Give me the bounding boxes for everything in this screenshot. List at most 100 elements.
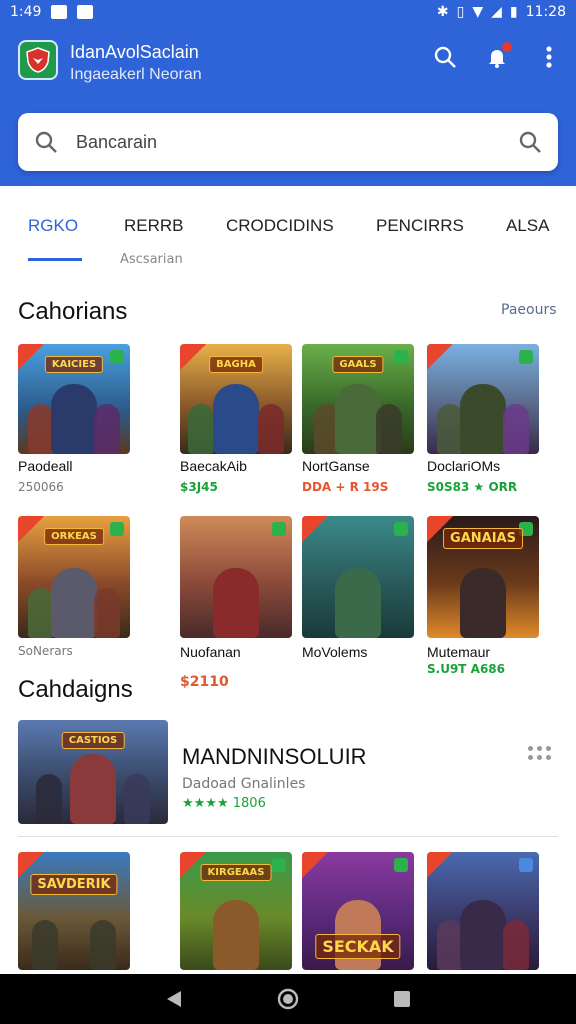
- game-banner: KAICIES: [44, 356, 104, 373]
- game-card[interactable]: MoVolems: [302, 516, 414, 660]
- notification-icon[interactable]: [484, 42, 512, 70]
- game-card[interactable]: SECKAK: [302, 852, 414, 970]
- game-card[interactable]: SAVDERIK: [18, 852, 130, 970]
- tab-5[interactable]: ALSA: [506, 216, 549, 236]
- game-meta: SoNerars: [18, 644, 73, 658]
- game-banner: BAGHA: [209, 356, 263, 373]
- featured-thumbnail: CASTIOS: [18, 720, 168, 824]
- game-thumbnail: [427, 852, 539, 970]
- game-thumbnail: ORKEAS: [18, 516, 130, 638]
- game-title: DoclariOMs: [427, 458, 501, 474]
- game-card[interactable]: GANAIAS Mutemaur S.U9T A686: [427, 516, 539, 676]
- status-clock: 11:28: [525, 4, 566, 20]
- game-thumbnail: KIRGEAAS: [180, 852, 292, 970]
- verified-badge-icon: [519, 350, 533, 364]
- search-input[interactable]: [76, 131, 518, 153]
- game-card[interactable]: KAICIES Paodeall 250066: [18, 344, 130, 494]
- app-title: IdanAvolSaclain: [70, 42, 199, 62]
- game-card[interactable]: BAGHA BaecakAib $3J45: [180, 344, 292, 494]
- game-thumbnail: BAGHA: [180, 344, 292, 454]
- recents-icon[interactable]: [390, 987, 414, 1011]
- more-vert-icon[interactable]: [536, 44, 562, 70]
- app-bar: IdanAvolSaclain Ingaeakerl Neoran: [0, 24, 576, 186]
- wifi-icon: ▼: [472, 4, 484, 20]
- game-title: MoVolems: [302, 644, 368, 660]
- back-icon[interactable]: [162, 987, 186, 1011]
- verified-badge-icon: [394, 522, 408, 536]
- game-card[interactable]: Nuofanan $2110: [180, 516, 292, 690]
- vibrate-icon: ▯: [456, 4, 465, 20]
- app-logo[interactable]: [18, 40, 58, 80]
- game-price: S.U9T A686: [427, 662, 505, 676]
- tab-1[interactable]: RGKO: [28, 216, 78, 236]
- game-thumbnail: [427, 344, 539, 454]
- game-title: NortGanse: [302, 458, 370, 474]
- game-banner: SECKAK: [315, 934, 401, 959]
- verified-badge-icon: [272, 858, 286, 872]
- game-banner: CASTIOS: [61, 732, 125, 749]
- game-price: S0S83 ★ ORR: [427, 480, 518, 494]
- verified-badge-icon: [394, 350, 408, 364]
- game-card[interactable]: [427, 852, 539, 970]
- sale-ribbon-icon: [302, 852, 328, 878]
- featured-game[interactable]: CASTIOS MANDNINSOLUIR Dadoad Gnalinles ★…: [18, 720, 558, 824]
- game-card[interactable]: DoclariOMs S0S83 ★ ORR: [427, 344, 539, 494]
- game-title: Nuofanan: [180, 644, 241, 660]
- status-time: 1:49: [10, 4, 42, 20]
- game-thumbnail: [180, 516, 292, 638]
- featured-title: MANDNINSOLUIR: [182, 744, 367, 769]
- category-tabs: RGKO RERRB CRODCIDINS PENCIRRS ALSA Ascs…: [0, 186, 576, 270]
- search-submit-icon[interactable]: [518, 130, 542, 154]
- game-thumbnail: KAICIES: [18, 344, 130, 454]
- section-title: Cahdaigns: [18, 676, 133, 703]
- game-title: Paodeall: [18, 458, 73, 474]
- app-subtitle: Ingaeakerl Neoran: [70, 66, 202, 83]
- status-bar: 1:49 ✱ ▯ ▼ ◢ ▮ 11:28: [0, 0, 576, 24]
- tab-2[interactable]: RERRB: [124, 216, 184, 236]
- search-bar[interactable]: [18, 113, 558, 171]
- verified-badge-icon: [110, 522, 124, 536]
- search-icon[interactable]: [432, 44, 458, 70]
- tab-3[interactable]: CRODCIDINS: [226, 216, 334, 236]
- game-thumbnail: SAVDERIK: [18, 852, 130, 970]
- verified-badge-icon: [272, 522, 286, 536]
- bluetooth-icon: ✱: [436, 4, 449, 20]
- signal-icon: ◢: [491, 4, 502, 20]
- tab-4[interactable]: PENCIRRS: [376, 216, 464, 236]
- shield-icon: [26, 47, 50, 73]
- verified-badge-icon: [394, 858, 408, 872]
- game-card[interactable]: ORKEAS SoNerars: [18, 516, 130, 658]
- game-thumbnail: GANAIAS: [427, 516, 539, 638]
- system-nav-bar: [0, 974, 576, 1024]
- home-icon[interactable]: [276, 987, 300, 1011]
- game-price: DDA + R 19S: [302, 480, 389, 494]
- divider: [18, 836, 558, 837]
- tab-sub-label: Ascsarian: [120, 252, 183, 267]
- game-card[interactable]: KIRGEAAS: [180, 852, 292, 970]
- game-banner: ORKEAS: [44, 528, 104, 545]
- game-thumbnail: GAALS: [302, 344, 414, 454]
- game-banner: GANAIAS: [443, 528, 523, 549]
- sale-ribbon-icon: [18, 344, 44, 370]
- app-notification-icon: [51, 5, 68, 19]
- game-thumbnail: [302, 516, 414, 638]
- game-price: $3J45: [180, 480, 218, 494]
- section-more-link[interactable]: Paeours: [501, 302, 557, 318]
- sale-ribbon-icon: [180, 344, 206, 370]
- game-title: Mutemaur: [427, 644, 491, 660]
- sale-ribbon-icon: [427, 344, 453, 370]
- verified-badge-icon: [519, 858, 533, 872]
- battery-icon: ▮: [509, 4, 518, 20]
- featured-subtitle: Dadoad Gnalinles: [182, 776, 306, 792]
- search-icon: [35, 131, 57, 153]
- verified-badge-icon: [110, 350, 124, 364]
- game-card[interactable]: GAALS NortGanse DDA + R 19S: [302, 344, 414, 494]
- section-title: Cahorians: [18, 298, 128, 325]
- more-options-icon[interactable]: [528, 746, 552, 762]
- notification-badge: [502, 42, 512, 52]
- game-meta: 250066: [18, 480, 64, 494]
- game-banner: KIRGEAAS: [200, 864, 272, 881]
- featured-rating: ★★★★ 1806: [182, 796, 266, 811]
- game-thumbnail: SECKAK: [302, 852, 414, 970]
- game-banner: GAALS: [332, 356, 384, 373]
